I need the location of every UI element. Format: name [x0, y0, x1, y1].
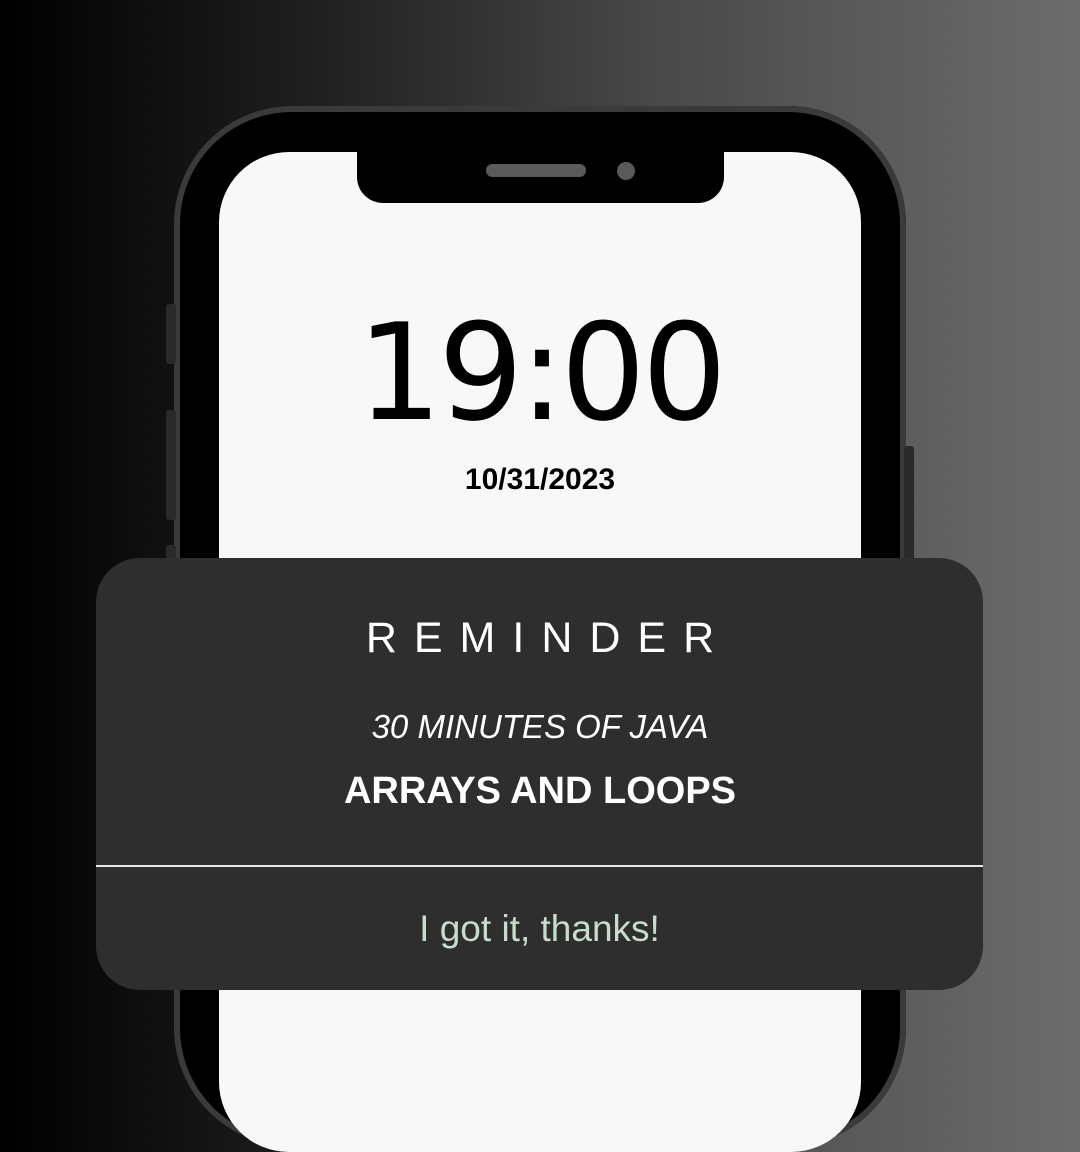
speaker-grille [486, 164, 586, 177]
dismiss-reminder-button[interactable]: I got it, thanks! [96, 867, 983, 990]
notification-title: REMINDER [365, 614, 732, 662]
power-button [904, 446, 914, 566]
mute-switch [166, 304, 176, 364]
lockscreen-date: 10/31/2023 [464, 463, 616, 496]
front-camera-icon [617, 162, 635, 180]
notification-subtitle: 30 MINUTES OF JAVA [371, 708, 709, 745]
lockscreen-time: 19:00 [356, 295, 727, 451]
volume-up-button [166, 410, 176, 520]
notification-topic: ARRAYS AND LOOPS [343, 770, 737, 812]
